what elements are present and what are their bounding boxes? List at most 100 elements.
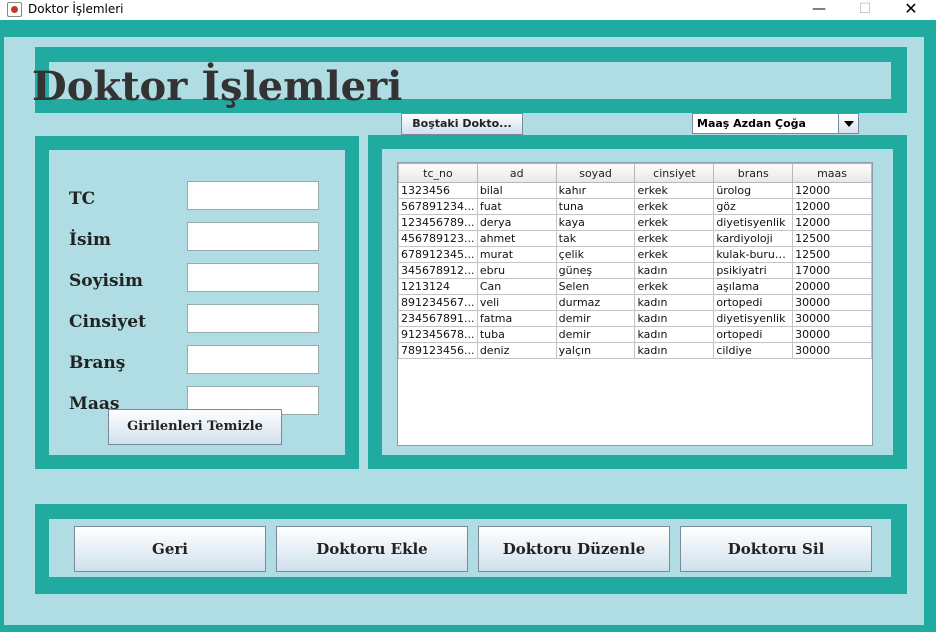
- name-input[interactable]: [187, 222, 319, 251]
- add-doctor-button[interactable]: Doktoru Ekle: [276, 526, 468, 572]
- table-cell[interactable]: 1323456: [398, 182, 478, 199]
- delete-doctor-button[interactable]: Doktoru Sil: [680, 526, 872, 572]
- table-cell[interactable]: ortopedi: [713, 294, 794, 311]
- column-header-tc_no[interactable]: tc_no: [398, 163, 478, 183]
- table-cell[interactable]: ortopedi: [713, 326, 794, 343]
- available-doctors-button[interactable]: Boştaki Dokto...: [401, 113, 523, 135]
- table-row[interactable]: 912345678... tuba demir kadın ortopedi 30000: [398, 326, 872, 343]
- table-cell[interactable]: 30000: [792, 310, 872, 327]
- column-header-ad[interactable]: ad: [476, 163, 557, 183]
- table-row[interactable]: 234567891... fatma demir kadın diyetisyenlik…: [398, 310, 872, 327]
- table-cell[interactable]: 789123456...: [398, 342, 478, 359]
- table-cell[interactable]: erkek: [634, 230, 715, 247]
- table-cell[interactable]: 891234567...: [398, 294, 478, 311]
- table-cell[interactable]: veli: [476, 294, 557, 311]
- table-row[interactable]: 891234567... veli durmaz kadın ortopedi 30000: [398, 294, 872, 311]
- column-header-brans[interactable]: brans: [713, 163, 794, 183]
- table-cell[interactable]: kadın: [634, 294, 715, 311]
- table-cell[interactable]: 12500: [792, 230, 872, 247]
- clear-inputs-button[interactable]: Girilenleri Temizle: [108, 409, 282, 445]
- table-cell[interactable]: kahır: [555, 182, 636, 199]
- table-cell[interactable]: deniz: [476, 342, 557, 359]
- table-cell[interactable]: cildiye: [713, 342, 794, 359]
- table-cell[interactable]: tak: [555, 230, 636, 247]
- table-cell[interactable]: erkek: [634, 214, 715, 231]
- table-cell[interactable]: kardiyoloji: [713, 230, 794, 247]
- close-button[interactable]: ✕: [888, 0, 934, 20]
- branch-input[interactable]: [187, 345, 319, 374]
- table-row[interactable]: 456789123... ahmet tak erkek kardiyoloji 1250…: [398, 230, 872, 247]
- tc-input[interactable]: [187, 181, 319, 210]
- table-cell[interactable]: ebru: [476, 262, 557, 279]
- table-cell[interactable]: ürolog: [713, 182, 794, 199]
- table-cell[interactable]: 678912345...: [398, 246, 478, 263]
- table-cell[interactable]: demir: [555, 310, 636, 327]
- table-cell[interactable]: 567891234...: [398, 198, 478, 215]
- table-cell[interactable]: erkek: [634, 278, 715, 295]
- table-cell[interactable]: 12000: [792, 214, 872, 231]
- table-cell[interactable]: 30000: [792, 326, 872, 343]
- table-cell[interactable]: yalçın: [555, 342, 636, 359]
- doctor-table[interactable]: tc_no ad soyad cinsiyet brans maas 1323456 bil…: [397, 162, 873, 446]
- table-cell[interactable]: 123456789...: [398, 214, 478, 231]
- table-cell[interactable]: derya: [476, 214, 557, 231]
- table-cell[interactable]: aşılama: [713, 278, 794, 295]
- edit-doctor-button[interactable]: Doktoru Düzenle: [478, 526, 670, 572]
- table-cell[interactable]: psikiyatri: [713, 262, 794, 279]
- table-cell[interactable]: kadın: [634, 310, 715, 327]
- table-cell[interactable]: güneş: [555, 262, 636, 279]
- table-cell[interactable]: erkek: [634, 246, 715, 263]
- table-cell[interactable]: 456789123...: [398, 230, 478, 247]
- sort-select[interactable]: Maaş Azdan Çoğa: [692, 113, 859, 134]
- table-cell[interactable]: ahmet: [476, 230, 557, 247]
- column-header-cinsiyet[interactable]: cinsiyet: [634, 163, 715, 183]
- table-cell[interactable]: murat: [476, 246, 557, 263]
- table-row[interactable]: 1323456 bilal kahır erkek ürolog 12000: [398, 182, 872, 199]
- minimize-button[interactable]: —: [796, 0, 842, 20]
- back-button[interactable]: Geri: [74, 526, 266, 572]
- column-header-soyad[interactable]: soyad: [555, 163, 636, 183]
- table-cell[interactable]: fatma: [476, 310, 557, 327]
- table-cell[interactable]: çelik: [555, 246, 636, 263]
- surname-input[interactable]: [187, 263, 319, 292]
- table-row[interactable]: 789123456... deniz yalçın kadın cildiye 30000: [398, 342, 872, 359]
- table-cell[interactable]: bilal: [476, 182, 557, 199]
- table-row[interactable]: 1213124 Can Selen erkek aşılama 20000: [398, 278, 872, 295]
- table-cell[interactable]: göz: [713, 198, 794, 215]
- table-row[interactable]: 678912345... murat çelik erkek kulak-burun-.…: [398, 246, 872, 263]
- table-cell[interactable]: 12000: [792, 198, 872, 215]
- table-row[interactable]: 123456789... derya kaya erkek diyetisyenlik 1…: [398, 214, 872, 231]
- table-cell[interactable]: erkek: [634, 182, 715, 199]
- table-cell[interactable]: diyetisyenlik: [713, 214, 794, 231]
- table-cell[interactable]: 20000: [792, 278, 872, 295]
- table-row[interactable]: 345678912... ebru güneş kadın psikiyatri 1700…: [398, 262, 872, 279]
- table-cell[interactable]: tuba: [476, 326, 557, 343]
- table-cell[interactable]: Can: [476, 278, 557, 295]
- table-cell[interactable]: 12500: [792, 246, 872, 263]
- table-cell[interactable]: kadın: [634, 326, 715, 343]
- table-cell[interactable]: demir: [555, 326, 636, 343]
- table-cell[interactable]: 912345678...: [398, 326, 478, 343]
- table-cell[interactable]: 17000: [792, 262, 872, 279]
- table-cell[interactable]: 1213124: [398, 278, 478, 295]
- column-header-maas[interactable]: maas: [792, 163, 872, 183]
- table-cell[interactable]: 12000: [792, 182, 872, 199]
- table-cell[interactable]: durmaz: [555, 294, 636, 311]
- table-cell[interactable]: kulak-burun-...: [713, 246, 794, 263]
- gender-input[interactable]: [187, 304, 319, 333]
- table-cell[interactable]: fuat: [476, 198, 557, 215]
- table-cell[interactable]: 30000: [792, 294, 872, 311]
- table-cell[interactable]: 234567891...: [398, 310, 478, 327]
- maximize-button[interactable]: ☐: [842, 0, 888, 20]
- chevron-down-icon[interactable]: [838, 114, 858, 133]
- table-cell[interactable]: kadın: [634, 262, 715, 279]
- table-cell[interactable]: 345678912...: [398, 262, 478, 279]
- table-cell[interactable]: erkek: [634, 198, 715, 215]
- table-cell[interactable]: 30000: [792, 342, 872, 359]
- table-cell[interactable]: kadın: [634, 342, 715, 359]
- table-cell[interactable]: kaya: [555, 214, 636, 231]
- table-cell[interactable]: diyetisyenlik: [713, 310, 794, 327]
- table-cell[interactable]: Selen: [555, 278, 636, 295]
- table-cell[interactable]: tuna: [555, 198, 636, 215]
- table-row[interactable]: 567891234... fuat tuna erkek göz 12000: [398, 198, 872, 215]
